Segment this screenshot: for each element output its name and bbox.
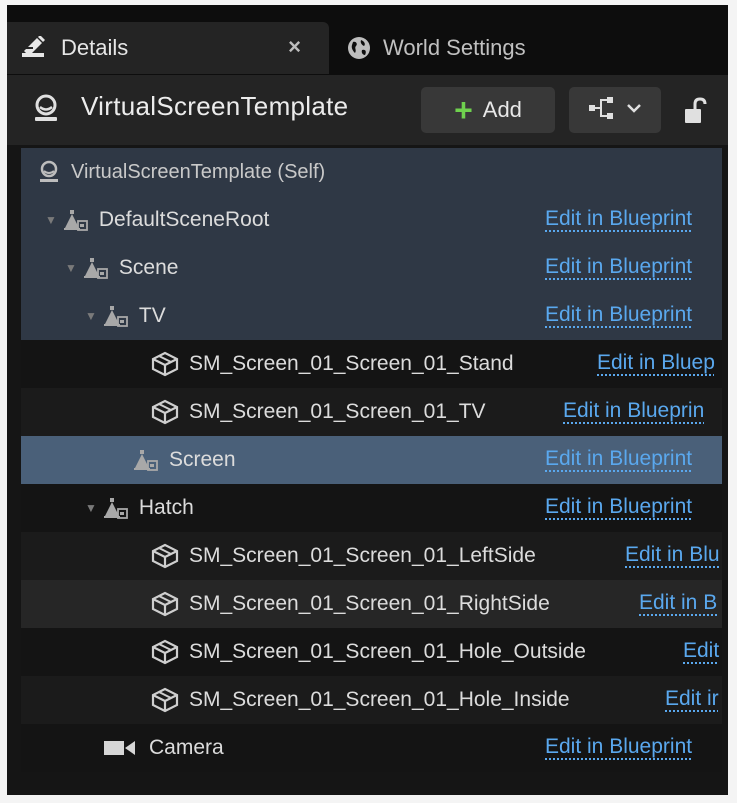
details-icon	[21, 36, 47, 60]
tree-row[interactable]: Screen Edit in Blueprint	[21, 436, 722, 484]
static-mesh-icon	[151, 351, 179, 377]
tab-world-settings-label: World Settings	[383, 35, 526, 60]
tree-row-label: Screen	[169, 448, 236, 471]
static-mesh-icon	[151, 639, 179, 665]
scene-component-icon	[83, 256, 109, 280]
tree-row[interactable]: Camera Edit in Blueprint	[21, 724, 722, 772]
scene-component-icon	[103, 304, 129, 328]
tree-row[interactable]: SM_Screen_01_Screen_01_RightSide Edit in …	[21, 580, 722, 628]
actor-icon	[31, 93, 61, 128]
edit-in-blueprint-link[interactable]: Edit in Blueprint	[545, 495, 692, 519]
scene-component-icon	[63, 208, 89, 232]
tree-row-label: SM_Screen_01_Screen_01_LeftSide	[189, 544, 536, 567]
tab-world-settings[interactable]: World Settings	[339, 22, 579, 74]
tree-row[interactable]: SM_Screen_01_Screen_01_Stand Edit in Blue…	[21, 340, 722, 388]
edit-in-blueprint-link[interactable]: Edit in Blueprint	[545, 303, 692, 327]
tab-details[interactable]: Details ×	[7, 22, 329, 74]
details-panel: Details × World Settings VirtualScreenTe…	[7, 5, 728, 795]
expand-arrow-icon[interactable]: ▼	[85, 309, 97, 323]
add-component-button[interactable]: + Add	[421, 87, 555, 133]
camera-icon	[103, 738, 139, 758]
tree-row-label: SM_Screen_01_Screen_01_TV	[189, 400, 486, 423]
edit-in-blueprint-link[interactable]: Edit in Blueprint	[545, 735, 692, 759]
edit-in-blueprint-link[interactable]: Edit in Blueprint	[545, 255, 692, 279]
edit-in-blueprint-link[interactable]: Edit	[683, 639, 719, 663]
tree-row[interactable]: ▼ DefaultSceneRoot Edit in Blueprint	[21, 196, 722, 244]
scene-component-icon	[103, 496, 129, 520]
tab-details-label: Details	[61, 35, 129, 60]
hierarchy-icon	[588, 96, 616, 124]
expand-arrow-icon[interactable]: ▼	[85, 501, 97, 515]
edit-in-blueprint-link[interactable]: Edit in Blu	[625, 543, 720, 567]
tree-row[interactable]: ▼ TV Edit in Blueprint	[21, 292, 722, 340]
scene-component-icon	[133, 448, 159, 472]
edit-in-blueprint-link[interactable]: Edit in Bluep	[597, 351, 715, 375]
add-button-label: Add	[482, 97, 522, 122]
globe-icon	[347, 36, 371, 60]
tree-row[interactable]: ▼ Hatch Edit in Blueprint	[21, 484, 722, 532]
tree-row[interactable]: SM_Screen_01_Screen_01_Hole_Outside Edit	[21, 628, 722, 676]
static-mesh-icon	[151, 543, 179, 569]
static-mesh-icon	[151, 399, 179, 425]
tree-row-label: SM_Screen_01_Screen_01_Hole_Outside	[189, 640, 586, 663]
expand-arrow-icon[interactable]: ▼	[45, 213, 57, 227]
edit-in-blueprint-link[interactable]: Edit ir	[665, 687, 719, 711]
tree-row[interactable]: ▼ Scene Edit in Blueprint	[21, 244, 722, 292]
tree-row-label: Hatch	[138, 496, 194, 519]
lock-icon[interactable]	[683, 97, 707, 130]
blueprint-options-button[interactable]	[569, 87, 661, 133]
edit-in-blueprint-link[interactable]: Edit in Blueprint	[545, 207, 692, 231]
actor-name: VirtualScreenTemplate	[81, 91, 349, 121]
tree-row-label: Camera	[149, 736, 224, 759]
plus-icon: +	[454, 92, 473, 128]
static-mesh-icon	[151, 591, 179, 617]
tree-row-label: VirtualScreenTemplate (Self)	[71, 160, 326, 183]
tree-row-label: TV	[138, 304, 166, 327]
edit-in-blueprint-link[interactable]: Edit in B	[639, 591, 717, 615]
tree-row-label: SM_Screen_01_Screen_01_RightSide	[189, 592, 550, 615]
tree-row-label: Scene	[118, 256, 179, 279]
chevron-down-icon	[626, 101, 642, 119]
component-tree: VirtualScreenTemplate (Self) ▼ DefaultScen…	[21, 148, 722, 772]
static-mesh-icon	[151, 687, 179, 713]
tree-row-label: SM_Screen_01_Screen_01_Stand	[189, 352, 514, 375]
tree-row[interactable]: SM_Screen_01_Screen_01_LeftSide Edit in B…	[21, 532, 722, 580]
tree-row-label: SM_Screen_01_Screen_01_Hole_Inside	[189, 688, 570, 711]
edit-in-blueprint-link[interactable]: Edit in Blueprin	[563, 399, 704, 423]
expand-arrow-icon[interactable]: ▼	[65, 261, 77, 275]
tree-row-label: DefaultSceneRoot	[98, 208, 270, 231]
edit-in-blueprint-link[interactable]: Edit in Blueprint	[545, 447, 692, 471]
tree-row-self[interactable]: VirtualScreenTemplate (Self)	[21, 148, 722, 196]
tree-row[interactable]: SM_Screen_01_Screen_01_TV Edit in Bluepri…	[21, 388, 722, 436]
details-header: VirtualScreenTemplate + Add	[7, 75, 728, 145]
tab-bar: Details × World Settings	[7, 5, 728, 78]
close-icon[interactable]: ×	[288, 34, 301, 60]
tree-row[interactable]: SM_Screen_01_Screen_01_Hole_Inside Edit i…	[21, 676, 722, 724]
actor-icon	[37, 160, 61, 184]
